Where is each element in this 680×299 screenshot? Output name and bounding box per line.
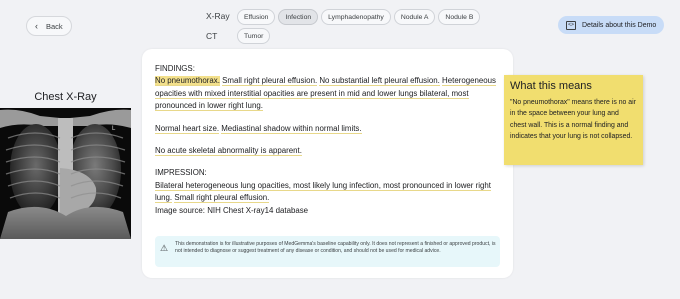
image-source: Image source: NIH Chest X-ray14 database — [155, 205, 309, 215]
report-sentence[interactable]: Mediastinal shadow within normal limits. — [221, 123, 362, 134]
impression-paragraph: Bilateral heterogeneous lung opacities, … — [155, 180, 500, 205]
chest-xray-image: L — [0, 108, 131, 239]
ct-option-group: Tumor — [237, 28, 271, 44]
report-sentence[interactable]: Normal heart size. — [155, 123, 220, 134]
report-card: FINDINGS: No pneumothorax. Small right p… — [142, 49, 513, 278]
option-chip-lymphadenopathy[interactable]: Lymphadenopathy — [321, 9, 391, 25]
option-chip-nodule-a[interactable]: Nodule A — [393, 9, 436, 25]
back-button[interactable]: ‹ Back — [26, 16, 72, 36]
ct-row-label: CT — [206, 31, 218, 41]
heart-paragraph: Normal heart size. Mediastinal shadow wi… — [155, 123, 500, 135]
option-chip-infection[interactable]: Infection — [278, 9, 319, 25]
option-chip-tumor[interactable]: Tumor — [237, 28, 271, 44]
details-about-demo-button[interactable]: <> Details about this Demo — [558, 16, 665, 34]
option-chip-effusion[interactable]: Effusion — [237, 9, 276, 25]
option-chip-nodule-b[interactable]: Nodule B — [438, 9, 481, 25]
impression-heading: IMPRESSION: — [155, 168, 207, 178]
report-sentence[interactable]: No pneumothorax. — [155, 76, 220, 87]
findings-heading: FINDINGS: — [155, 64, 195, 73]
details-label: Details about this Demo — [582, 21, 657, 29]
radiology-report: FINDINGS: No pneumothorax. Small right p… — [155, 63, 500, 217]
explanation-title: What this means — [510, 80, 592, 92]
xray-row-label: X-Ray — [206, 11, 230, 21]
report-sentence[interactable]: No substantial left pleural effusion. — [319, 76, 440, 87]
warning-icon: ⚠ — [160, 243, 169, 253]
code-icon: <> — [566, 20, 576, 30]
skeletal-paragraph: No acute skeletal abnormality is apparen… — [155, 145, 500, 157]
explanation-body: "No pneumothorax" means there is no air … — [510, 99, 636, 140]
explanation-note: What this means "No pneumothorax" means … — [504, 75, 643, 165]
findings-paragraph: No pneumothorax. Small right pleural eff… — [155, 75, 500, 112]
xray-option-group: Effusion Infection Lymphadenopathy Nodule A… — [237, 9, 481, 25]
disclaimer-text: This demonstration is for illustrative p… — [175, 241, 496, 255]
disclaimer-banner: ⚠ This demonstration is for illustrative… — [155, 236, 500, 267]
back-label: Back — [46, 21, 63, 31]
report-sentence[interactable]: No acute skeletal abnormality is apparen… — [155, 146, 302, 157]
image-panel-title: Chest X-Ray — [34, 91, 97, 103]
report-sentence[interactable]: Small right pleural effusion. — [174, 193, 270, 204]
chevron-left-icon: ‹ — [35, 20, 38, 31]
report-sentence[interactable]: Small right pleural effusion. — [222, 76, 318, 87]
